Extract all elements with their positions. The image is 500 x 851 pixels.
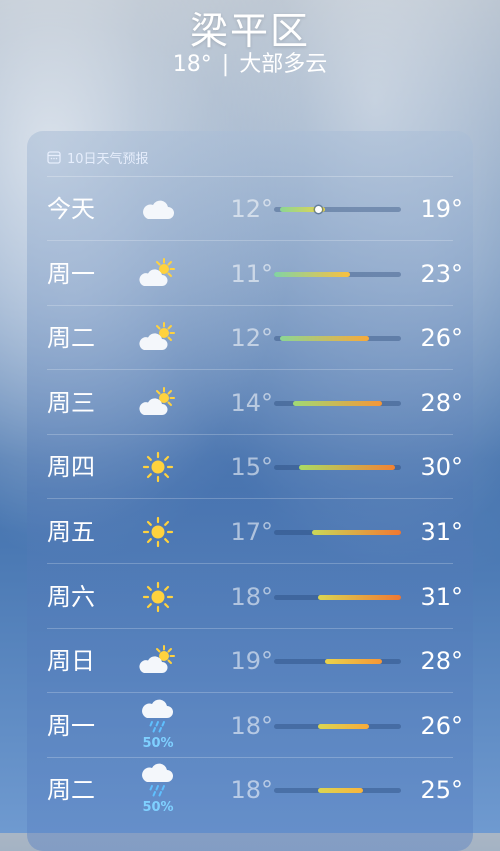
- forecast-row[interactable]: 周二 12° 26°: [27, 306, 473, 371]
- forecast-row[interactable]: 周一 50% 18° 26°: [27, 694, 473, 758]
- high-temperature: 28°: [420, 647, 463, 676]
- high-temperature: 19°: [420, 195, 463, 223]
- low-temperature: 18°: [230, 582, 273, 611]
- day-label: 周二: [47, 324, 95, 353]
- forecast-card-header: 10日天气预报: [47, 147, 149, 167]
- temperature-range-bar: [274, 788, 401, 794]
- precipitation-chance: 50%: [142, 735, 174, 751]
- high-temperature: 26°: [420, 711, 463, 740]
- day-label: 周二: [47, 776, 95, 805]
- forecast-row[interactable]: 周五 17° 31°: [27, 500, 473, 564]
- temperature-range-bar: [274, 465, 401, 471]
- precipitation-chance: 50%: [142, 800, 174, 816]
- partly-cloudy-icon: [138, 256, 178, 292]
- temperature-range-fill: [274, 271, 351, 277]
- high-temperature: 28°: [420, 388, 463, 417]
- ten-day-forecast-card[interactable]: 10日天气预报 今天 12° 19° 周一 11° 23° 周二 12° 26° 周三 14° 28°…: [27, 131, 473, 851]
- temperature-range-bar: [274, 400, 401, 406]
- forecast-row[interactable]: 周四 15° 30°: [27, 435, 473, 500]
- low-temperature: 15°: [230, 453, 273, 482]
- forecast-row[interactable]: 周二 50% 18° 25°: [27, 758, 473, 822]
- low-temperature: 11°: [230, 259, 273, 288]
- day-label: 周一: [47, 711, 95, 740]
- partly-cloudy-icon: [138, 385, 178, 421]
- forecast-title: 10日天气预报: [67, 151, 149, 167]
- summary-separator: |: [221, 52, 230, 77]
- temperature-range-fill: [299, 465, 395, 471]
- rain-icon: [138, 698, 178, 734]
- temperature-range-fill: [312, 530, 401, 535]
- temperature-range-bar: [274, 271, 401, 277]
- forecast-row[interactable]: 周一 11° 23°: [27, 242, 473, 306]
- temperature-range-bar: [274, 723, 401, 729]
- temperature-range-fill: [280, 336, 370, 342]
- current-weather-header: 梁平区 18° | 大部多云: [0, 8, 500, 78]
- day-label: 周日: [47, 647, 95, 676]
- temperature-range-bar: [274, 530, 401, 535]
- city-name: 梁平区: [189, 9, 310, 53]
- current-temperature: 18°: [172, 52, 212, 77]
- low-temperature: 17°: [230, 518, 273, 546]
- high-temperature: 30°: [420, 453, 463, 482]
- rain-icon: [138, 762, 178, 798]
- calendar-icon: [47, 151, 61, 164]
- sun-icon: [138, 579, 178, 615]
- current-summary: 18° | 大部多云: [0, 52, 500, 78]
- partly-cloudy-icon: [138, 643, 178, 679]
- temperature-range-fill: [318, 594, 401, 600]
- current-condition: 大部多云: [239, 52, 328, 77]
- temperature-range-fill: [318, 723, 370, 729]
- forecast-row[interactable]: 周日 19° 28°: [27, 629, 473, 694]
- low-temperature: 18°: [230, 776, 273, 805]
- low-temperature: 12°: [230, 195, 273, 223]
- high-temperature: 25°: [420, 776, 463, 805]
- day-label: 周六: [47, 582, 95, 611]
- low-temperature: 14°: [230, 388, 273, 417]
- high-temperature: 31°: [420, 518, 463, 546]
- temperature-range-bar: [274, 659, 401, 665]
- current-temperature-marker: [314, 206, 322, 213]
- day-label: 周一: [47, 259, 95, 288]
- forecast-row[interactable]: 周三 14° 28°: [27, 371, 473, 435]
- low-temperature: 12°: [230, 324, 273, 353]
- day-label: 今天: [47, 195, 95, 223]
- temperature-range-fill: [293, 400, 382, 406]
- forecast-row[interactable]: 今天 12° 19°: [27, 177, 473, 241]
- temperature-range-bar: [274, 206, 401, 213]
- partly-cloudy-icon: [138, 320, 178, 356]
- day-label: 周四: [47, 453, 95, 482]
- sun-icon: [138, 449, 178, 485]
- temperature-range-bar: [274, 594, 401, 600]
- cloud-icon: [138, 191, 178, 227]
- temperature-range-fill: [318, 788, 363, 794]
- temperature-range-fill: [324, 659, 382, 665]
- high-temperature: 23°: [420, 259, 463, 288]
- high-temperature: 31°: [420, 582, 463, 611]
- day-label: 周五: [47, 518, 95, 546]
- low-temperature: 18°: [230, 711, 273, 740]
- low-temperature: 19°: [230, 647, 273, 676]
- forecast-row[interactable]: 周六 18° 31°: [27, 565, 473, 629]
- sun-icon: [138, 514, 178, 550]
- temperature-range-bar: [274, 336, 401, 342]
- high-temperature: 26°: [420, 324, 463, 353]
- day-label: 周三: [47, 388, 95, 417]
